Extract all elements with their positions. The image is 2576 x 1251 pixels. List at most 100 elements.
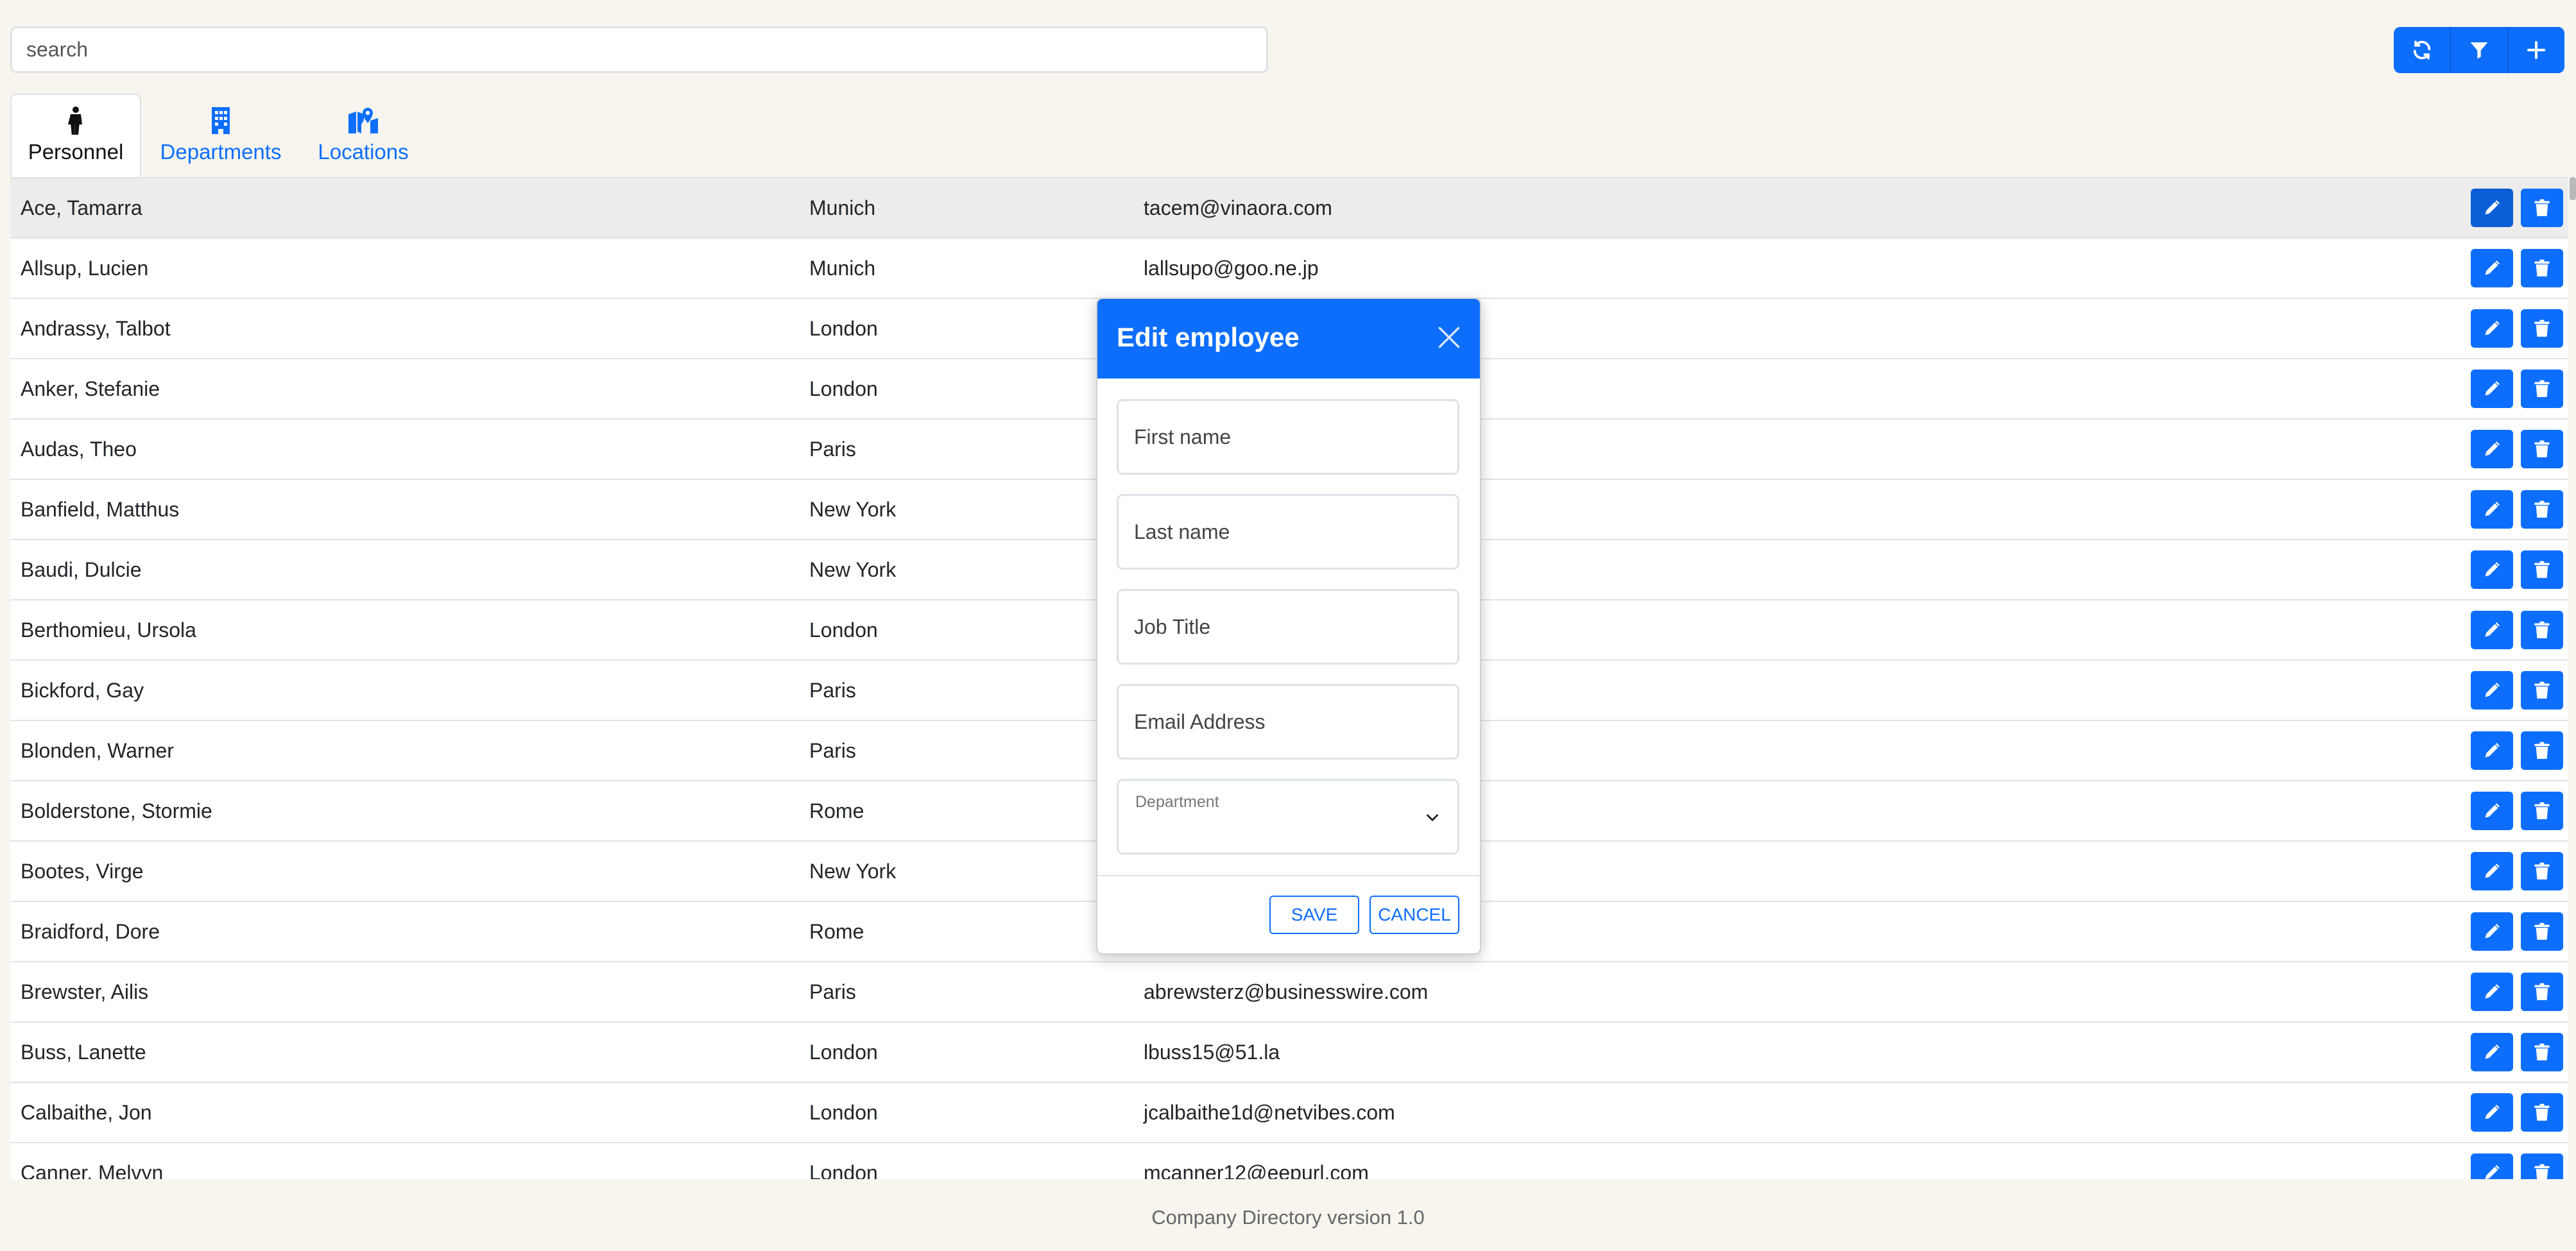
trash-icon: [2534, 199, 2550, 216]
delete-button[interactable]: [2521, 370, 2563, 408]
person-icon: [67, 106, 84, 135]
edit-button[interactable]: [2471, 912, 2513, 951]
scrollbar[interactable]: [2570, 177, 2576, 200]
employee-name: Braidford, Dore: [21, 920, 160, 943]
edit-employee-modal: Edit employee Department SAVE CANCEL: [1096, 298, 1481, 955]
edit-button[interactable]: [2471, 550, 2513, 589]
edit-button[interactable]: [2471, 1153, 2513, 1179]
trash-icon: [2534, 440, 2550, 457]
employee-name: Buss, Lanette: [21, 1041, 146, 1064]
delete-button[interactable]: [2521, 671, 2563, 710]
edit-button[interactable]: [2471, 1093, 2513, 1132]
first-name-field[interactable]: [1117, 399, 1459, 475]
pencil-icon: [2485, 1044, 2500, 1059]
employee-location: Paris: [809, 679, 856, 702]
edit-button[interactable]: [2471, 430, 2513, 468]
pencil-icon: [2485, 924, 2500, 939]
pencil-icon: [2485, 562, 2500, 577]
edit-button[interactable]: [2471, 611, 2513, 649]
delete-button[interactable]: [2521, 1033, 2563, 1071]
department-select[interactable]: Department: [1117, 779, 1459, 855]
employee-location: London: [809, 1161, 878, 1179]
employee-location: Rome: [809, 920, 864, 943]
delete-button[interactable]: [2521, 189, 2563, 227]
edit-button[interactable]: [2471, 973, 2513, 1011]
cancel-button[interactable]: CANCEL: [1370, 896, 1459, 934]
pencil-icon: [2485, 1105, 2500, 1119]
employee-email: lallsupo@goo.ne.jp: [1144, 257, 1319, 280]
pencil-icon: [2485, 864, 2500, 878]
table-row[interactable]: Canner, Melvyn London mcanner12@eepurl.com: [10, 1143, 2568, 1179]
delete-button[interactable]: [2521, 249, 2563, 287]
delete-button[interactable]: [2521, 1093, 2563, 1132]
pencil-icon: [2485, 260, 2500, 275]
table-row[interactable]: Buss, Lanette London lbuss15@51.la: [10, 1023, 2568, 1083]
delete-button[interactable]: [2521, 611, 2563, 649]
email-field[interactable]: [1117, 684, 1459, 760]
add-button[interactable]: [2509, 27, 2564, 73]
table-row[interactable]: Calbaithe, Jon London jcalbaithe1d@netvibe…: [10, 1083, 2568, 1143]
save-button[interactable]: SAVE: [1269, 896, 1359, 934]
delete-button[interactable]: [2521, 731, 2563, 770]
trash-icon: [2534, 319, 2550, 337]
edit-button[interactable]: [2471, 370, 2513, 408]
delete-button[interactable]: [2521, 430, 2563, 468]
edit-button[interactable]: [2471, 731, 2513, 770]
map-icon: [348, 106, 378, 135]
filter-icon: [2470, 42, 2488, 59]
table-row[interactable]: Allsup, Lucien Munich lallsupo@goo.ne.jp: [10, 239, 2568, 299]
close-icon[interactable]: [1435, 323, 1463, 352]
employee-location: Munich: [809, 257, 876, 280]
tab-departments[interactable]: Departments: [141, 94, 300, 177]
employee-location: New York: [809, 558, 897, 581]
job-title-field[interactable]: [1117, 589, 1459, 665]
delete-button[interactable]: [2521, 490, 2563, 529]
employee-name: Bootes, Virge: [21, 860, 144, 883]
last-name-field[interactable]: [1117, 494, 1459, 570]
table-row[interactable]: Brewster, Ailis Paris abrewsterz@businessw…: [10, 962, 2568, 1023]
employee-name: Bickford, Gay: [21, 679, 144, 702]
delete-button[interactable]: [2521, 309, 2563, 348]
pencil-icon: [2485, 381, 2500, 396]
edit-button[interactable]: [2471, 309, 2513, 348]
tab-label: Locations: [318, 140, 409, 164]
search-input[interactable]: [10, 26, 1268, 73]
pencil-icon: [2485, 441, 2500, 456]
trash-icon: [2534, 983, 2550, 1000]
trash-icon: [2534, 681, 2550, 699]
refresh-icon: [2413, 40, 2430, 60]
footer: Company Directory version 1.0: [1151, 1206, 1425, 1229]
delete-button[interactable]: [2521, 1153, 2563, 1179]
employee-location: London: [809, 1041, 878, 1064]
employee-name: Ace, Tamarra: [21, 196, 142, 219]
pencil-icon: [2485, 1165, 2500, 1179]
delete-button[interactable]: [2521, 912, 2563, 951]
edit-button[interactable]: [2471, 792, 2513, 830]
edit-button[interactable]: [2471, 249, 2513, 287]
delete-button[interactable]: [2521, 792, 2563, 830]
edit-button[interactable]: [2471, 189, 2513, 227]
trash-icon: [2534, 802, 2550, 819]
employee-email: lbuss15@51.la: [1144, 1041, 1280, 1064]
edit-button[interactable]: [2471, 671, 2513, 710]
refresh-button[interactable]: [2394, 27, 2451, 73]
employee-name: Brewster, Ailis: [21, 980, 149, 1003]
employee-email: mcanner12@eepurl.com: [1144, 1161, 1369, 1179]
tab-label: Personnel: [28, 140, 124, 164]
tab-locations[interactable]: Locations: [300, 94, 426, 177]
table-row[interactable]: Ace, Tamarra Munich tacem@vinaora.com: [10, 178, 2568, 239]
edit-button[interactable]: [2471, 1033, 2513, 1071]
trash-icon: [2534, 380, 2550, 397]
edit-button[interactable]: [2471, 852, 2513, 890]
filter-button[interactable]: [2451, 27, 2509, 73]
tab-bar: Personnel Departments Locations: [10, 94, 426, 177]
employee-email: abrewsterz@businesswire.com: [1144, 980, 1429, 1003]
delete-button[interactable]: [2521, 973, 2563, 1011]
tab-personnel[interactable]: Personnel: [10, 94, 141, 177]
delete-button[interactable]: [2521, 852, 2563, 890]
employee-name: Berthomieu, Ursola: [21, 618, 196, 642]
delete-button[interactable]: [2521, 550, 2563, 589]
edit-button[interactable]: [2471, 490, 2513, 529]
employee-email: jcalbaithe1d@netvibes.com: [1144, 1101, 1395, 1124]
modal-header: Edit employee: [1097, 299, 1480, 379]
